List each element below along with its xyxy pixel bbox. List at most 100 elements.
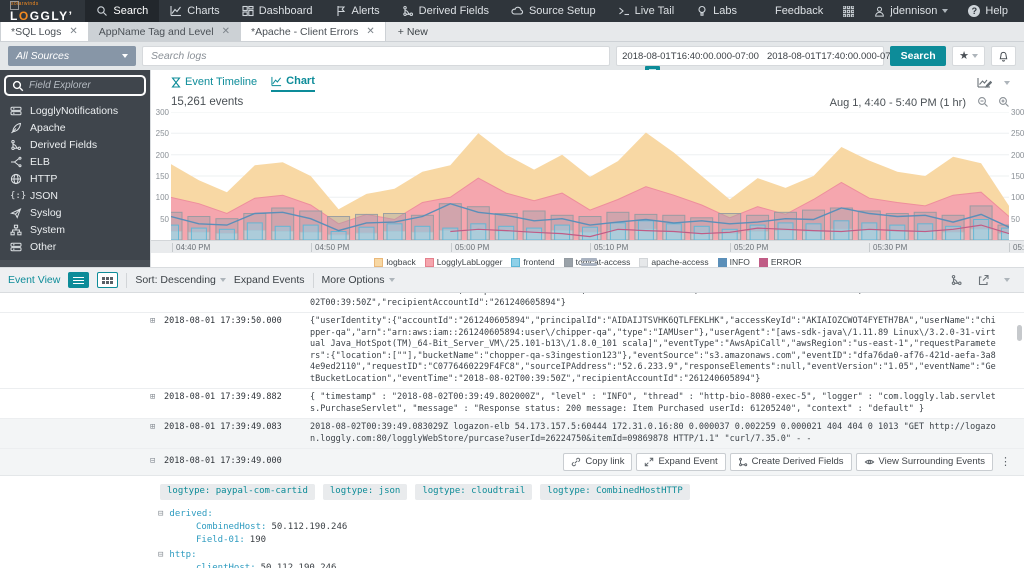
derived-fields-icon[interactable] [950, 274, 963, 286]
y-tick: 250 [153, 129, 169, 138]
nav-item-derived-fields[interactable]: Derived Fields [391, 0, 500, 22]
close-icon[interactable]: ✕ [366, 26, 374, 37]
logtype-tag[interactable]: logtype: CombinedHostHTTP [540, 484, 689, 500]
close-icon[interactable]: ✕ [69, 26, 77, 37]
chevron-down-icon[interactable] [1004, 81, 1010, 85]
nav-item-source-setup[interactable]: Source Setup [500, 0, 607, 22]
chart-canvas[interactable] [171, 112, 1009, 240]
collapse-minus-icon[interactable]: ⊟ [158, 549, 163, 562]
save-search-button[interactable]: ★ [952, 46, 985, 66]
alerts-bell-button[interactable] [991, 46, 1016, 66]
nav-item-charts[interactable]: Charts [159, 0, 230, 22]
event-actions: Copy link Expand Event Create Derived Fi… [563, 453, 1014, 471]
legend-item: apache-access [639, 257, 708, 267]
tab-appname-tag-level[interactable]: AppName Tag and Level ✕ [89, 22, 241, 41]
drive-icon [10, 241, 22, 253]
apps-grid-button[interactable] [835, 6, 862, 17]
event-row-clipped[interactable]: sourceIPAddress":"52.6.233.9","responseE… [0, 293, 1024, 313]
sidebar-item-derived-fields[interactable]: Derived Fields [0, 136, 150, 153]
date-to-field[interactable]: 2018-08-01T17:40:00.000-07:00 [767, 51, 904, 62]
sidebar-scroll-track[interactable] [0, 260, 150, 267]
chevron-down-icon[interactable] [1004, 278, 1010, 282]
legend-swatch [759, 258, 768, 267]
nav-item-live-tail[interactable]: Live Tail [607, 0, 686, 22]
chevron-down-icon [942, 9, 948, 13]
create-derived-fields-button[interactable]: Create Derived Fields [730, 453, 852, 471]
divider [313, 273, 314, 288]
nav-item-search[interactable]: Search [85, 0, 159, 22]
help-link[interactable]: ? Help [960, 5, 1016, 17]
date-from-field[interactable]: 2018-08-01T16:40:00.000-07:00 [622, 51, 759, 62]
sidebar-item-elb[interactable]: ELB [0, 153, 150, 170]
sidebar-item-http[interactable]: HTTP [0, 170, 150, 187]
event-row[interactable]: ⊞ 2018-08-01 17:39:49.083 2018-08-02T00:… [0, 419, 1024, 449]
feedback-link[interactable]: Feedback [767, 5, 831, 17]
expand-events-button[interactable]: Expand Events [234, 274, 305, 286]
logtype-tag[interactable]: logtype: paypal-com-cartid [160, 484, 315, 500]
chart-options [977, 76, 1010, 89]
tab-event-timeline[interactable]: Event Timeline [171, 75, 257, 92]
scrollbar-thumb[interactable] [1017, 325, 1022, 341]
tab-apache-client-errors[interactable]: *Apache - Client Errors ✕ [241, 22, 386, 41]
more-options-dropdown[interactable]: More Options [322, 274, 395, 286]
x-tick: 05:10 PM [590, 243, 628, 252]
more-actions-menu[interactable]: ⋮ [997, 456, 1014, 468]
logtype-tag[interactable]: logtype: cloudtrail [415, 484, 532, 500]
event-row-selected[interactable]: ⊟ 2018-08-01 17:39:49.000 Copy link Expa… [0, 449, 1024, 476]
chevron-down-icon [220, 278, 226, 282]
view-surrounding-events-button[interactable]: View Surrounding Events [856, 453, 994, 471]
field-explorer-input[interactable] [29, 80, 138, 91]
expand-plus-icon[interactable]: ⊞ [150, 316, 164, 328]
loggly-logo[interactable]: solarwinds LOGGLY’ [0, 0, 85, 22]
event-message: { "timestamp" : "2018-08-02T00:39:49.802… [310, 392, 1000, 415]
chart-view-tabs: Event Timeline Chart [171, 75, 315, 92]
nav-item-alerts[interactable]: Alerts [324, 0, 391, 22]
source-filter-dropdown[interactable]: All Sources [8, 46, 136, 66]
drive-icon [10, 105, 22, 117]
sitemap-icon [10, 224, 22, 236]
event-row[interactable]: ⊞ 2018-08-01 17:39:50.000 {"userIdentity… [0, 313, 1024, 389]
date-range-picker[interactable]: 2018-08-01T16:40:00.000-07:00 2018-08-01… [616, 46, 884, 66]
close-icon[interactable]: ✕ [222, 26, 230, 37]
link-icon [571, 457, 581, 467]
user-menu[interactable]: jdennison [866, 5, 956, 17]
collapse-minus-icon[interactable]: ⊟ [158, 508, 163, 521]
search-input[interactable] [142, 46, 610, 66]
legend-item: frontend [511, 257, 554, 267]
expand-plus-icon[interactable]: ⊞ [150, 392, 164, 404]
new-tab-button[interactable]: + New [386, 22, 440, 41]
tab-chart[interactable]: Chart [271, 75, 315, 92]
edit-chart-icon[interactable] [977, 76, 992, 89]
event-row[interactable]: ⊞ 2018-08-01 17:39:49.882 { "timestamp" … [0, 389, 1024, 419]
tab-sql-logs[interactable]: *SQL Logs ✕ [0, 22, 89, 41]
expand-plus-icon[interactable]: ⊞ [150, 422, 164, 434]
top-nav: solarwinds LOGGLY’ Search Charts Dashboa… [0, 0, 1024, 22]
copy-link-button[interactable]: Copy link [563, 453, 632, 471]
sidebar-item-system[interactable]: System [0, 221, 150, 238]
sort-dropdown[interactable]: Sort: Descending [135, 274, 226, 286]
expand-event-button[interactable]: Expand Event [636, 453, 725, 471]
sidebar-item-other[interactable]: Other [0, 238, 150, 255]
events-count: 15,261 events [171, 96, 243, 108]
field-explorer-search[interactable] [4, 75, 146, 96]
collapse-minus-icon[interactable]: ⊟ [150, 456, 164, 468]
panel-resize-handle[interactable] [581, 258, 597, 266]
globe-icon [10, 173, 22, 185]
grid-view-toggle[interactable] [97, 272, 118, 288]
zoom-in-icon[interactable] [998, 96, 1010, 108]
sidebar-item-apache[interactable]: Apache [0, 119, 150, 136]
export-icon[interactable] [977, 274, 990, 286]
braces-icon: {:} [10, 191, 22, 201]
nav-item-labs[interactable]: Labs [685, 0, 748, 22]
search-bar: All Sources 2018-08-01T16:40:00.000-07:0… [0, 42, 1024, 70]
search-button[interactable]: Search [890, 46, 946, 66]
logtype-tag[interactable]: logtype: json [323, 484, 407, 500]
zoom-out-icon[interactable] [977, 96, 989, 108]
sidebar-item-logglynotifications[interactable]: LogglyNotifications [0, 102, 150, 119]
sidebar-item-json[interactable]: {:} JSON [0, 187, 150, 204]
send-icon [10, 207, 22, 219]
nav-item-dashboard[interactable]: Dashboard [231, 0, 324, 22]
event-chart[interactable]: 300 250 200 150 100 50 300 250 200 150 1… [171, 112, 1009, 240]
sidebar-item-syslog[interactable]: Syslog [0, 204, 150, 221]
list-view-toggle[interactable] [68, 272, 89, 288]
